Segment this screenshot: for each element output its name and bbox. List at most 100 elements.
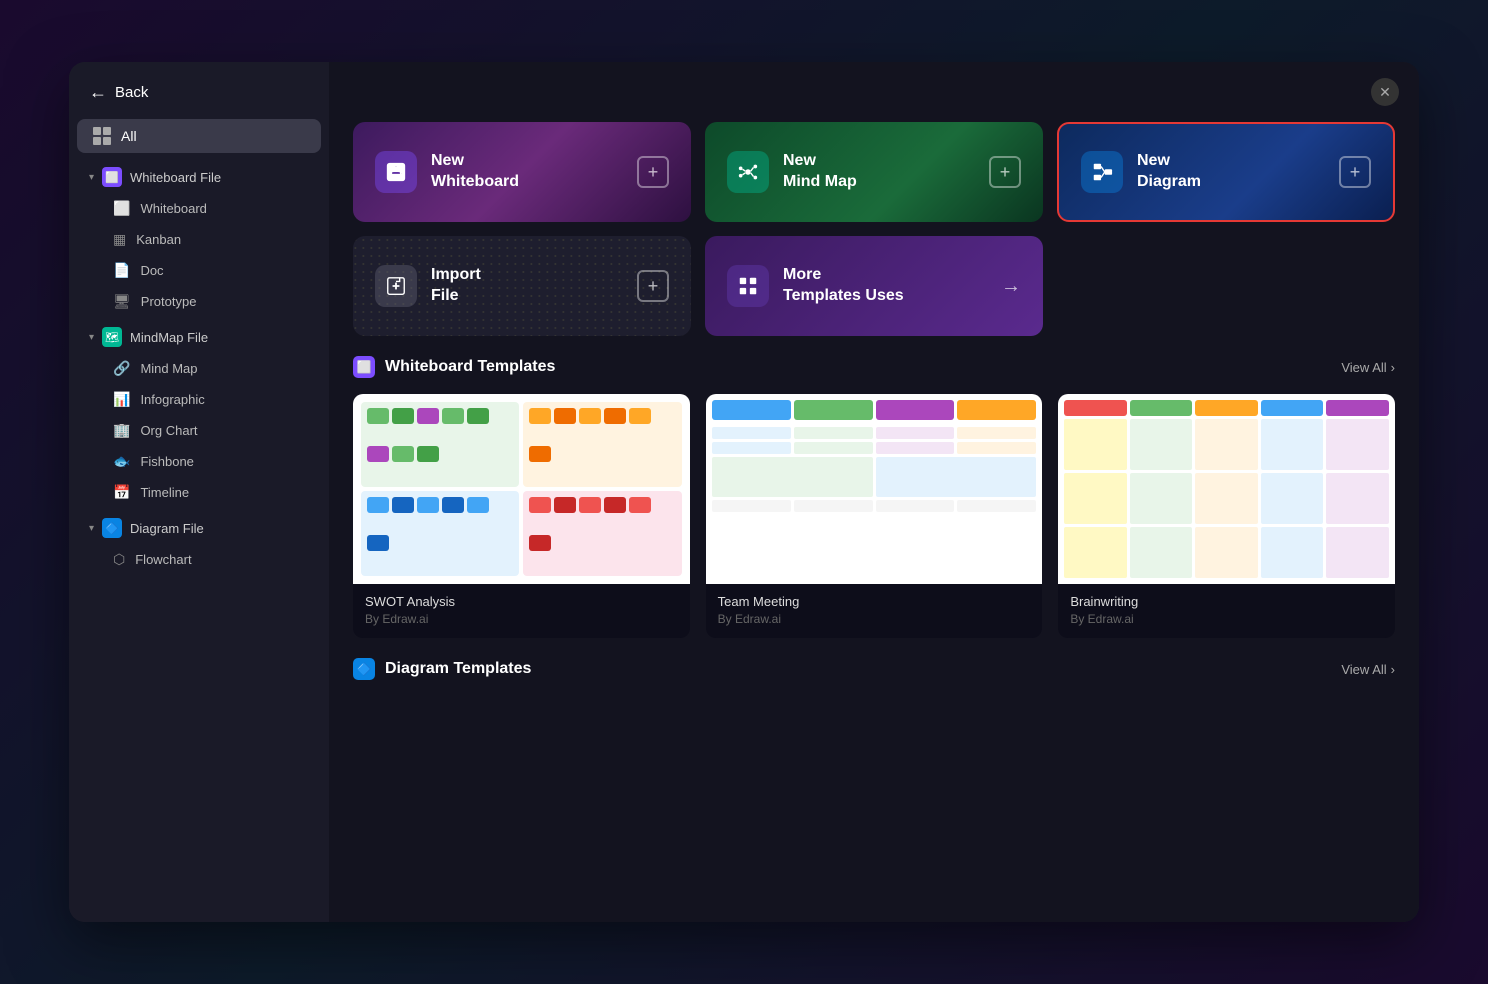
more-templates-icon [727,265,769,307]
new-mindmap-plus[interactable]: + [989,156,1021,188]
new-mindmap-icon [727,151,769,193]
import-file-left: ImportFile [375,265,481,307]
new-diagram-left: NewDiagram [1081,151,1201,193]
infographic-label: Infographic [140,392,204,407]
timeline-label: Timeline [140,485,189,500]
swot-s [361,402,519,487]
mindmap-section-icon: 🗺 [102,327,122,347]
fishbone-icon: 🐟 [113,453,130,470]
action-grid: NewWhiteboard + [329,106,1419,356]
diagram-section-icon: 🔷 [353,658,375,680]
import-file-title: ImportFile [431,265,481,307]
more-templates-arrow: → [1001,275,1021,298]
sidebar-item-org-chart[interactable]: 🏢 Org Chart [69,415,329,446]
new-whiteboard-title: NewWhiteboard [431,151,519,193]
new-diagram-card[interactable]: NewDiagram + [1057,122,1395,222]
template-card-swot[interactable]: SWOT Analysis By Edraw.ai [353,394,690,638]
app-window: ← Back All ▾ ⬜ Whiteboard File ⬜ Whitebo… [69,62,1419,922]
more-templates-card[interactable]: MoreTemplates Uses → [705,236,1043,336]
sidebar-item-doc[interactable]: 📄 Doc [69,255,329,286]
sidebar-item-mind-map[interactable]: 🔗 Mind Map [69,353,329,384]
import-file-card[interactable]: ImportFile + [353,236,691,336]
sidebar-item-prototype[interactable]: 🖥 Prototype [69,286,329,317]
whiteboard-templates-grid: SWOT Analysis By Edraw.ai [353,394,1395,638]
sidebar-section-whiteboard: ▾ ⬜ Whiteboard File ⬜ Whiteboard ▦ Kanba… [69,161,329,317]
diagram-section-title: 🔷 Diagram Templates [353,658,531,680]
flowchart-icon: ⬡ [113,551,125,568]
whiteboard-section-label: Whiteboard File [130,170,221,185]
import-file-plus[interactable]: + [637,270,669,302]
back-label: Back [115,84,148,101]
diagram-section-icon: 🔷 [102,518,122,538]
whiteboard-templates-title: ⬜ Whiteboard Templates [353,356,555,378]
import-file-icon [375,265,417,307]
mind-map-icon: 🔗 [113,360,130,377]
more-templates-title: MoreTemplates Uses [783,265,904,307]
diagram-templates-section: 🔷 Diagram Templates View All › [329,658,1419,696]
whiteboard-section-icon: ⬜ [102,167,122,187]
sidebar-item-timeline[interactable]: 📅 Timeline [69,477,329,508]
infographic-icon: 📊 [113,391,130,408]
swot-t [523,491,681,576]
prototype-label: Prototype [141,294,197,309]
whiteboard-templates-icon: ⬜ [353,356,375,378]
sidebar-section-header-mindmap[interactable]: ▾ 🗺 MindMap File [69,321,329,353]
kanban-icon: ▦ [113,231,126,248]
diagram-section-label: Diagram File [130,521,204,536]
swot-name: SWOT Analysis [365,594,678,609]
diagram-view-all-chevron-icon: › [1391,662,1395,677]
whiteboard-view-all[interactable]: View All › [1341,360,1395,375]
close-button[interactable]: ✕ [1371,78,1399,106]
brainwriting-author: By Edraw.ai [1070,612,1383,626]
whiteboard-templates-section: ⬜ Whiteboard Templates View All › [329,356,1419,658]
whiteboard-templates-label: Whiteboard Templates [385,358,555,376]
new-whiteboard-icon [375,151,417,193]
org-chart-icon: 🏢 [113,422,130,439]
org-chart-label: Org Chart [140,423,197,438]
grid-icon [93,127,111,145]
mind-map-label: Mind Map [140,361,197,376]
back-button[interactable]: ← Back [69,82,329,119]
new-whiteboard-plus[interactable]: + [637,156,669,188]
sidebar-section-diagram: ▾ 🔷 Diagram File ⬡ Flowchart [69,512,329,575]
new-whiteboard-card[interactable]: NewWhiteboard + [353,122,691,222]
whiteboard-label: Whiteboard [140,201,206,216]
new-diagram-icon [1081,151,1123,193]
brainwriting-name: Brainwriting [1070,594,1383,609]
sidebar: ← Back All ▾ ⬜ Whiteboard File ⬜ Whitebo… [69,62,329,922]
sidebar-section-header-whiteboard[interactable]: ▾ ⬜ Whiteboard File [69,161,329,193]
new-mindmap-left: NewMind Map [727,151,857,193]
swot-preview [353,394,690,584]
back-arrow-icon: ← [89,82,107,103]
template-card-team-meeting[interactable]: Team Meeting By Edraw.ai [706,394,1043,638]
whiteboard-view-all-label: View All [1341,360,1386,375]
mindmap-section-label: MindMap File [130,330,208,345]
sidebar-item-fishbone[interactable]: 🐟 Fishbone [69,446,329,477]
doc-label: Doc [140,263,163,278]
sidebar-item-infographic[interactable]: 📊 Infographic [69,384,329,415]
sidebar-section-header-diagram[interactable]: ▾ 🔷 Diagram File [69,512,329,544]
sidebar-item-flowchart[interactable]: ⬡ Flowchart [69,544,329,575]
new-mindmap-title: NewMind Map [783,151,857,193]
sidebar-item-kanban[interactable]: ▦ Kanban [69,224,329,255]
new-diagram-title: NewDiagram [1137,151,1201,193]
sidebar-item-whiteboard[interactable]: ⬜ Whiteboard [69,193,329,224]
more-templates-left: MoreTemplates Uses [727,265,904,307]
brainwriting-info: Brainwriting By Edraw.ai [1058,584,1395,638]
view-all-chevron-icon: › [1391,360,1395,375]
team-meeting-preview [706,394,1043,584]
kanban-label: Kanban [136,232,181,247]
swot-info: SWOT Analysis By Edraw.ai [353,584,690,638]
swot-author: By Edraw.ai [365,612,678,626]
team-meeting-name: Team Meeting [718,594,1031,609]
whiteboard-icon: ⬜ [113,200,130,217]
template-card-brainwriting[interactable]: Brainwriting By Edraw.ai [1058,394,1395,638]
sidebar-all-item[interactable]: All [77,119,321,153]
diagram-view-all[interactable]: View All › [1341,662,1395,677]
team-meeting-info: Team Meeting By Edraw.ai [706,584,1043,638]
main-content: ✕ NewWhiteboard + [329,62,1419,922]
new-diagram-plus[interactable]: + [1339,156,1371,188]
diagram-section-label: Diagram Templates [385,660,531,678]
main-header: ✕ [329,62,1419,106]
new-mindmap-card[interactable]: NewMind Map + [705,122,1043,222]
